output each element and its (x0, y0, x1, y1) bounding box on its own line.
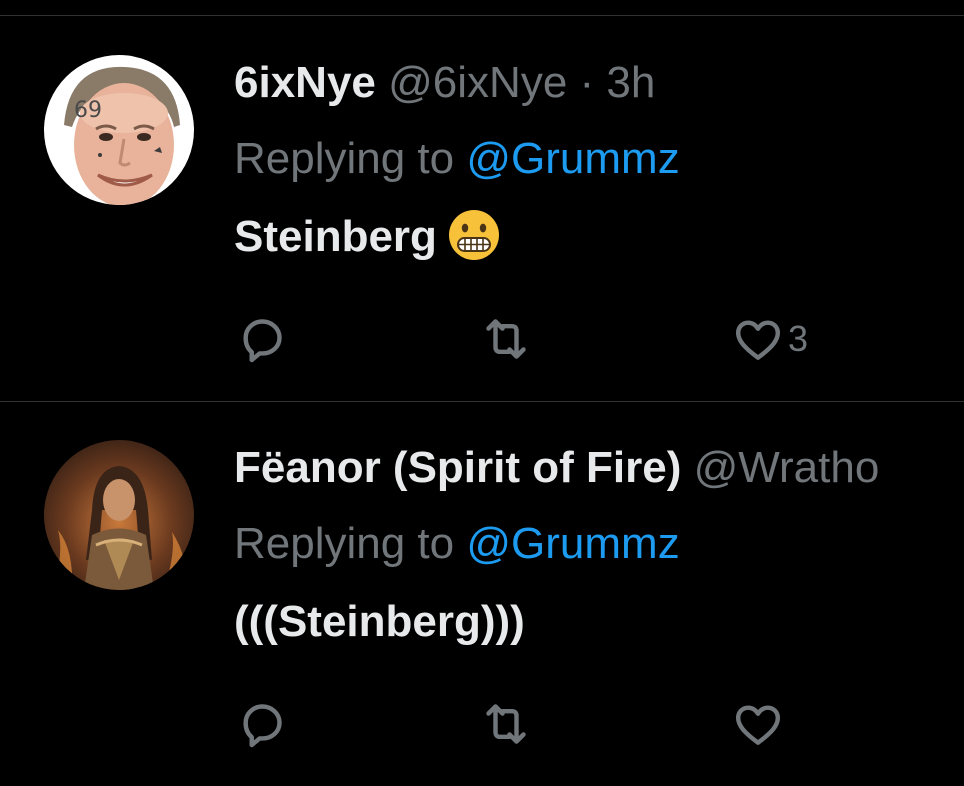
tweet-actions (234, 694, 964, 754)
retweet-button[interactable] (478, 694, 534, 754)
tweet-actions: 3 (234, 309, 964, 369)
bill-nye-avatar-image: 69 (44, 55, 194, 205)
mention-link[interactable]: @Grummz (466, 134, 679, 183)
heart-icon (735, 320, 781, 360)
retweet-icon (486, 704, 526, 744)
tweet-header: 6ixNye @6ixNye · 3h (234, 57, 655, 109)
timestamp[interactable]: 3h (606, 58, 655, 107)
reply-button[interactable] (234, 694, 290, 754)
tweet-item[interactable]: 69 6ixNye @6ixNye · 3h Replying to @Grum… (0, 17, 964, 402)
tweet-text-content: Steinberg (234, 212, 437, 261)
replying-to-label: Replying to (234, 519, 455, 568)
separator-dot: · (579, 58, 595, 107)
avatar[interactable] (44, 440, 194, 590)
display-name[interactable]: 6ixNye (234, 58, 376, 107)
mention-link[interactable]: @Grummz (466, 519, 679, 568)
like-button[interactable]: 3 (730, 309, 808, 369)
reply-icon (243, 319, 282, 363)
avatar[interactable]: 69 (44, 55, 194, 205)
grimacing-face-emoji (448, 210, 499, 261)
like-count: 3 (788, 318, 809, 359)
feanor-avatar-image (44, 440, 194, 590)
reply-button[interactable] (234, 309, 290, 369)
user-handle[interactable]: @Wratho (694, 443, 880, 492)
top-divider (0, 0, 964, 16)
tweet-text: Steinberg (234, 210, 501, 263)
tweet-item[interactable]: Fëanor (Spirit of Fire) @Wratho Replying… (0, 402, 964, 786)
user-handle[interactable]: @6ixNye (388, 58, 567, 107)
display-name[interactable]: Fëanor (Spirit of Fire) (234, 443, 681, 492)
tweet-text: (((Steinberg))) (234, 596, 525, 648)
svg-text:69: 69 (74, 98, 102, 123)
retweet-button[interactable] (478, 309, 534, 369)
reply-icon (243, 704, 282, 748)
replying-to-line: Replying to @Grummz (234, 133, 680, 185)
like-button[interactable] (730, 694, 788, 754)
retweet-icon (486, 319, 526, 359)
tweet-text-content: (((Steinberg))) (234, 597, 525, 646)
heart-icon (735, 705, 781, 745)
replying-to-line: Replying to @Grummz (234, 518, 680, 570)
tweet-header: Fëanor (Spirit of Fire) @Wratho (234, 442, 879, 494)
replying-to-label: Replying to (234, 134, 455, 183)
